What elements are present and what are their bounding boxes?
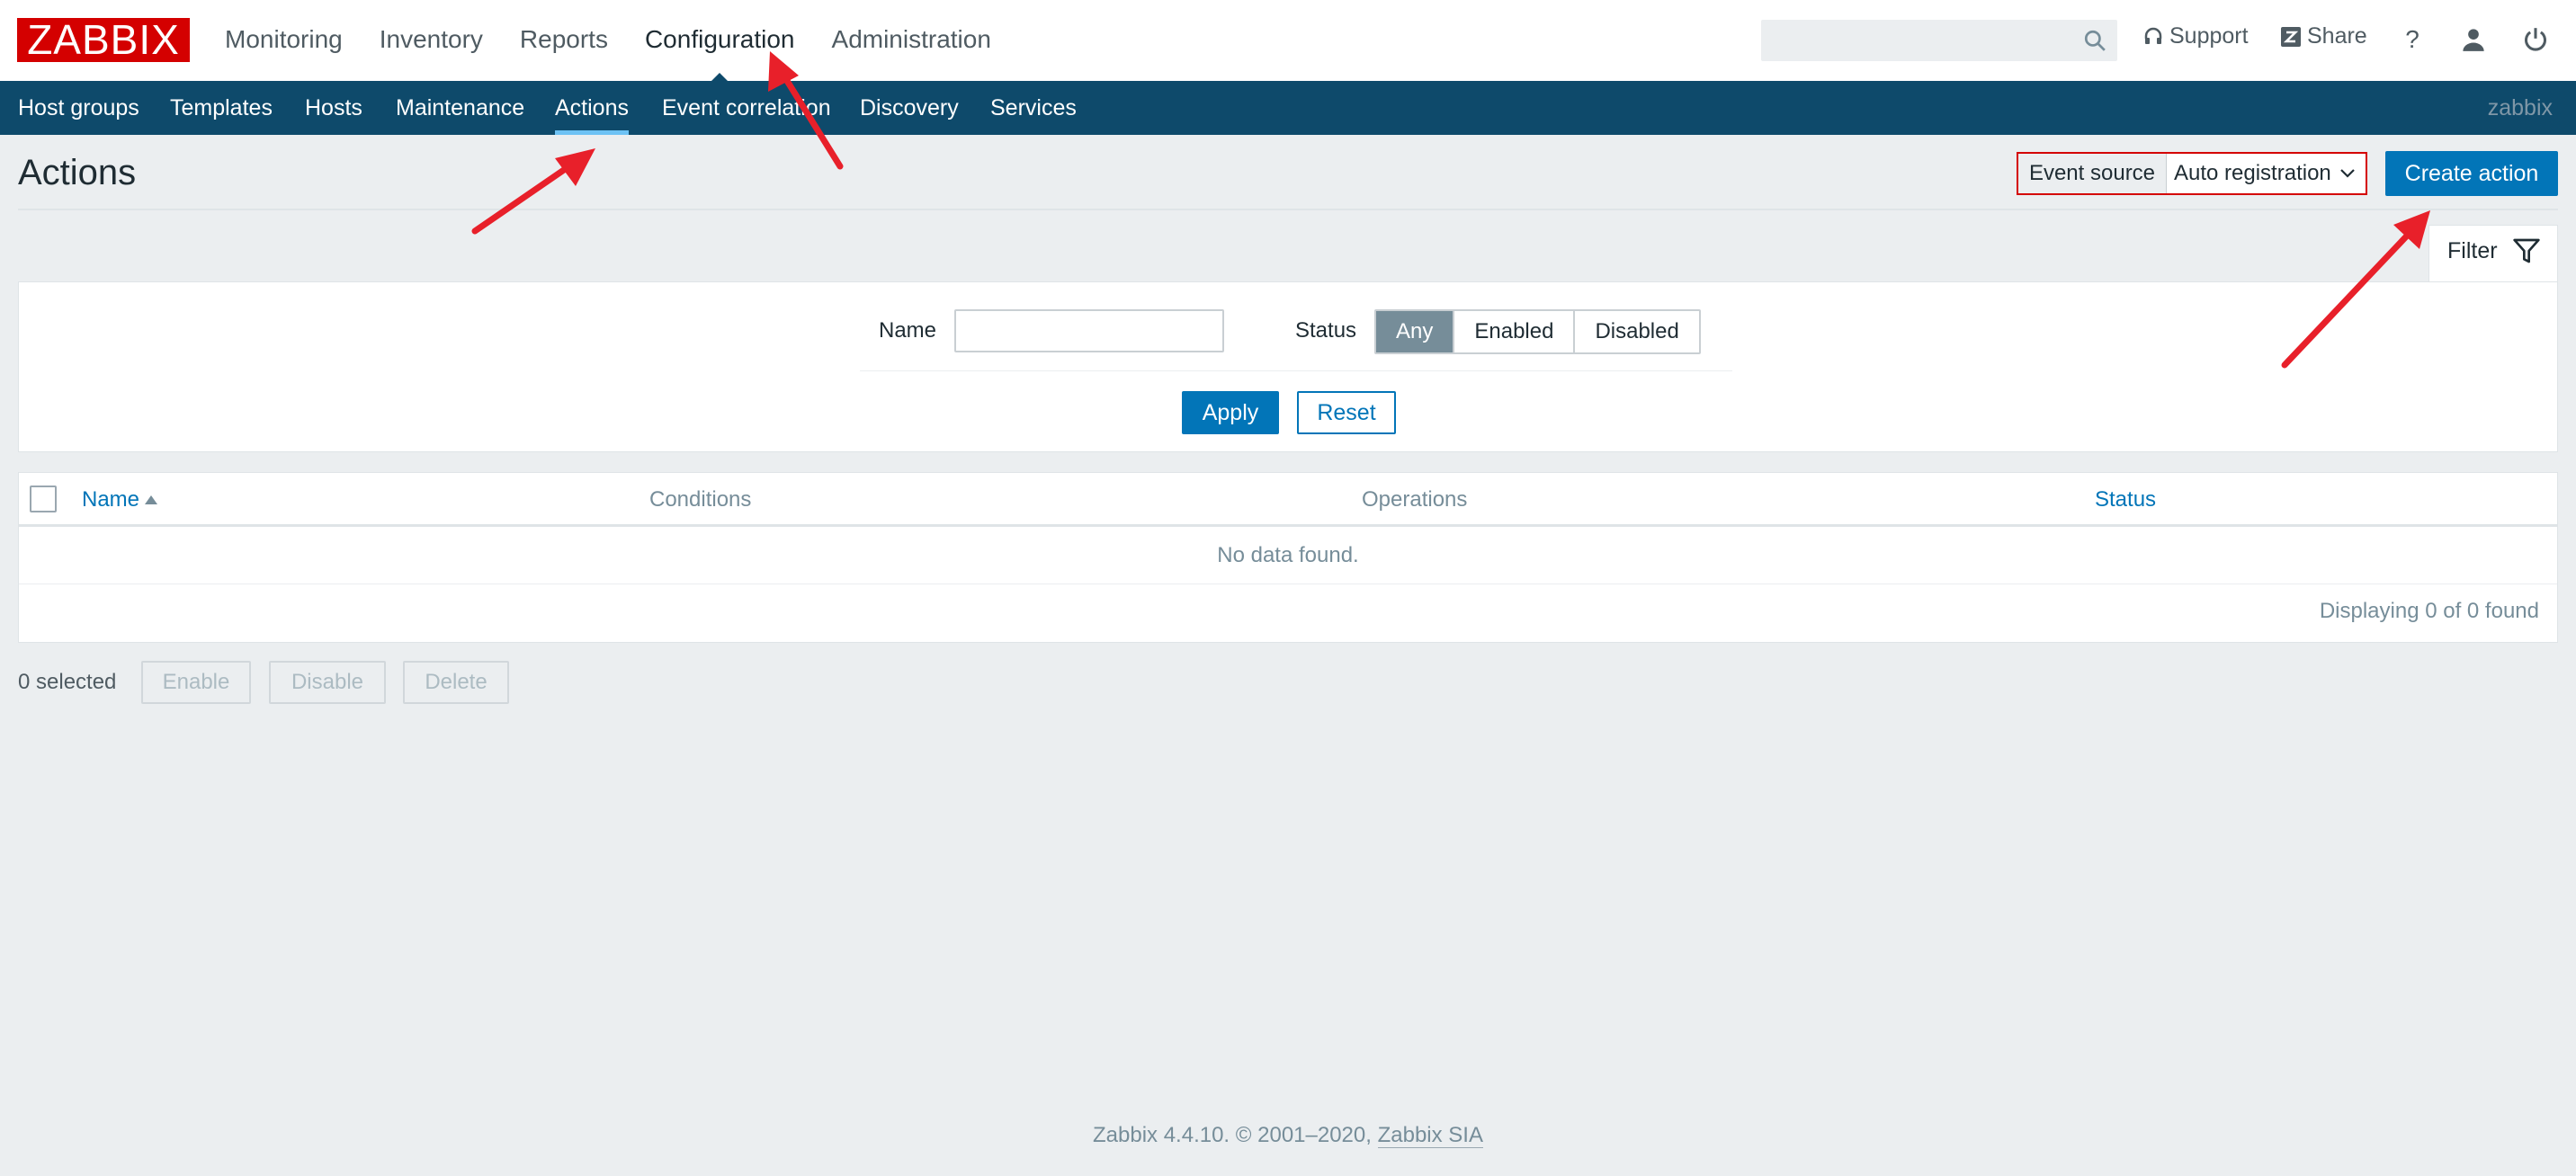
filter-tab-label: Filter: [2447, 238, 2498, 263]
sub-menu-item-host-groups[interactable]: Host groups: [18, 81, 139, 135]
apply-button[interactable]: Apply: [1182, 391, 1279, 434]
status-option-any[interactable]: Any: [1376, 311, 1455, 352]
footer: Zabbix 4.4.10. © 2001–2020, Zabbix SIA: [0, 1123, 2576, 1148]
delete-button[interactable]: Delete: [403, 661, 509, 704]
sub-menu-item-actions[interactable]: Actions: [555, 81, 629, 135]
user-icon: [2463, 29, 2484, 51]
column-header-operations: Operations: [1362, 487, 1468, 512]
zabbix-share-icon: [2281, 26, 2301, 47]
footer-company-link[interactable]: Zabbix SIA: [1377, 1123, 1483, 1148]
table-header: Name Conditions Operations Status: [19, 473, 2557, 527]
actions-table: Name Conditions Operations Status No dat…: [18, 472, 2558, 643]
main-menu-item-reports[interactable]: Reports: [520, 0, 608, 81]
main-menu-item-monitoring[interactable]: Monitoring: [225, 0, 343, 81]
filter-name-input[interactable]: [954, 309, 1224, 352]
event-source-value: Auto registration: [2174, 161, 2331, 185]
main-menu-item-configuration-label: Configuration: [644, 25, 795, 53]
event-source-select[interactable]: Auto registration: [2167, 154, 2366, 193]
filter-icon: [2513, 238, 2540, 263]
sub-menu: Host groups Templates Hosts Maintenance …: [0, 81, 2576, 135]
help-icon: ?: [2405, 25, 2419, 53]
sub-menu-item-hosts[interactable]: Hosts: [305, 81, 362, 135]
create-action-button[interactable]: Create action: [2385, 151, 2558, 196]
sort-ascending-icon: [145, 495, 158, 504]
select-all-checkbox[interactable]: [30, 486, 57, 512]
share-link[interactable]: Share: [2280, 23, 2367, 49]
selected-count: 0 selected: [18, 670, 117, 694]
main-menu-item-configuration[interactable]: Configuration: [644, 0, 795, 83]
filter-status-label: Status: [1295, 318, 1357, 343]
column-header-status[interactable]: Status: [2095, 487, 2156, 512]
footer-copyright: Zabbix 4.4.10. © 2001–2020,: [1093, 1123, 1378, 1147]
user-profile-button[interactable]: [2457, 22, 2490, 58]
column-header-name[interactable]: Name: [82, 487, 158, 512]
column-header-name-label: Name: [82, 487, 140, 512]
sub-menu-item-services[interactable]: Services: [990, 81, 1077, 135]
filter-panel: Name Status Any Enabled Disabled Apply R…: [18, 281, 2558, 452]
server-name: zabbix: [2487, 95, 2553, 120]
sign-out-button[interactable]: [2519, 22, 2552, 58]
sub-menu-item-templates[interactable]: Templates: [170, 81, 273, 135]
column-header-conditions: Conditions: [649, 487, 752, 512]
sub-menu-item-discovery[interactable]: Discovery: [860, 81, 959, 135]
status-radio-group: Any Enabled Disabled: [1374, 309, 1701, 354]
filter-tab[interactable]: Filter: [2428, 225, 2558, 282]
search-icon[interactable]: [2083, 29, 2106, 52]
help-button[interactable]: ?: [2396, 22, 2428, 58]
share-label: Share: [2307, 23, 2367, 49]
empty-table-message: No data found.: [19, 527, 2557, 584]
sub-menu-item-event-correlation[interactable]: Event correlation: [662, 81, 831, 135]
reset-button[interactable]: Reset: [1297, 391, 1396, 434]
page-title: Actions: [18, 153, 137, 192]
chevron-down-icon: [2340, 169, 2355, 178]
event-source-selector: Event source Auto registration: [2017, 152, 2367, 195]
zabbix-logo[interactable]: ZABBIX: [17, 18, 190, 62]
filter-divider: [860, 370, 1732, 371]
filter-name-label: Name: [879, 318, 937, 343]
arrow-to-actions-icon: [471, 148, 595, 235]
main-menu-item-inventory[interactable]: Inventory: [380, 0, 483, 81]
support-link[interactable]: Support: [2142, 23, 2249, 49]
status-option-enabled[interactable]: Enabled: [1454, 311, 1576, 352]
disable-button[interactable]: Disable: [269, 661, 386, 704]
headset-icon: [2144, 27, 2162, 44]
paging-summary: Displaying 0 of 0 found: [2319, 599, 2539, 623]
sub-menu-item-maintenance[interactable]: Maintenance: [396, 81, 524, 135]
power-icon: [2524, 28, 2547, 51]
main-menu: Monitoring Inventory Reports Configurati…: [225, 0, 1028, 83]
main-menu-item-administration[interactable]: Administration: [832, 0, 991, 81]
enable-button[interactable]: Enable: [141, 661, 251, 704]
search-input[interactable]: [1761, 20, 2117, 61]
status-option-disabled[interactable]: Disabled: [1575, 311, 1699, 352]
support-label: Support: [2169, 23, 2249, 49]
event-source-label: Event source: [2018, 154, 2167, 193]
top-header: ZABBIX Monitoring Inventory Reports Conf…: [0, 0, 2576, 83]
header-divider: [18, 209, 2558, 210]
